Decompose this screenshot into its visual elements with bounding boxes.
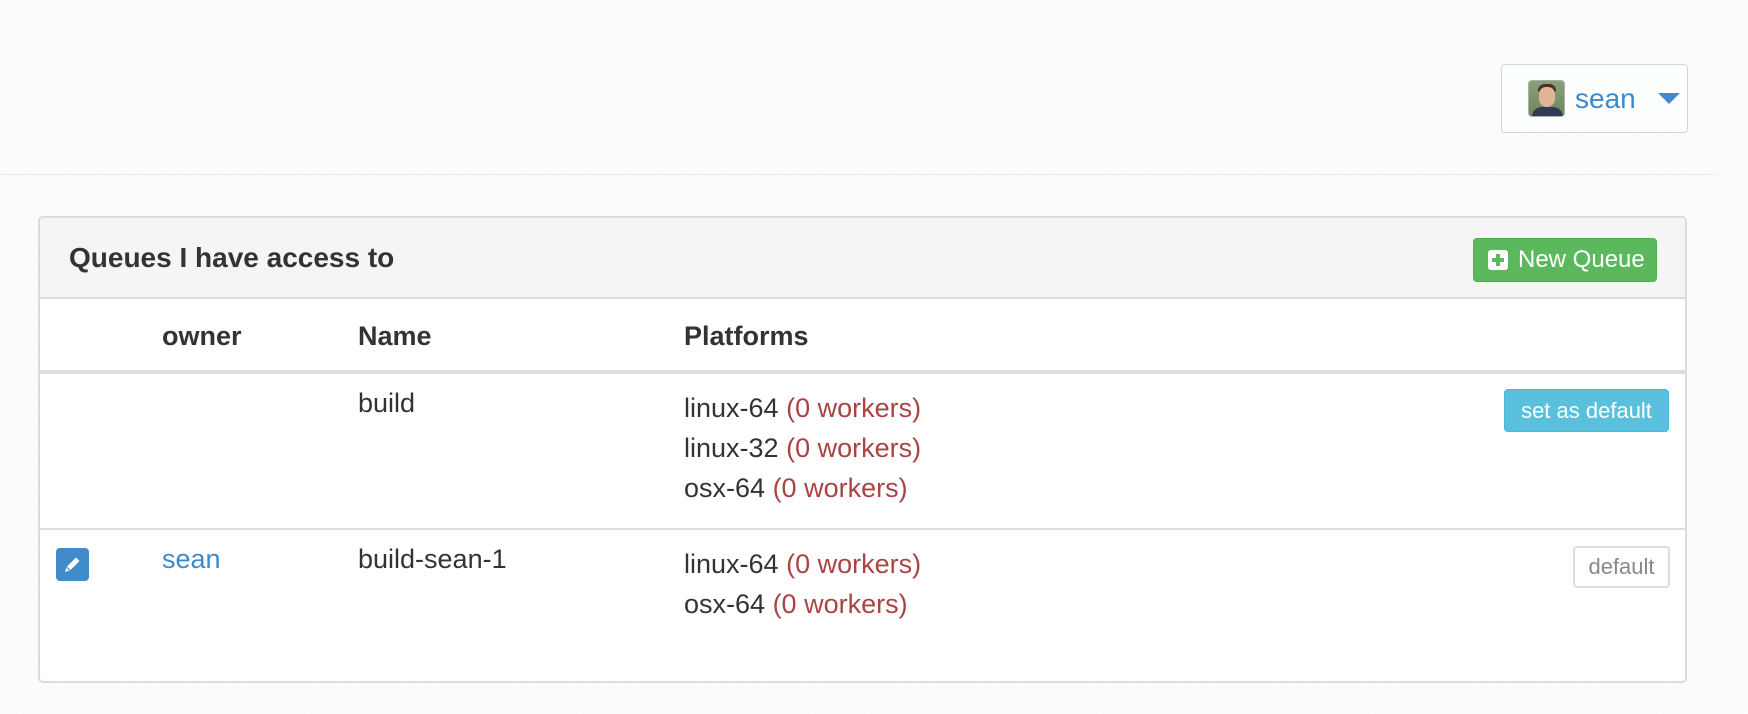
header-owner: owner: [162, 321, 242, 351]
worker-count: (0 workers): [786, 433, 922, 463]
platform-item: linux-32 (0 workers): [684, 433, 922, 463]
table-row: build linux-64 (0 workers) linux-32 (0 w…: [40, 374, 1685, 530]
default-badge: default: [1573, 546, 1670, 588]
queue-name: build: [358, 388, 416, 418]
worker-count: (0 workers): [786, 549, 922, 579]
queues-panel: Queues I have access to New Queue owner …: [38, 216, 1687, 683]
platform-item: linux-64 (0 workers): [684, 549, 922, 579]
top-bar: sean: [0, 0, 1717, 175]
platform-item: osx-64 (0 workers): [684, 589, 908, 619]
new-queue-button[interactable]: New Queue: [1473, 238, 1657, 282]
owner-link[interactable]: sean: [162, 544, 221, 575]
worker-count: (0 workers): [772, 473, 908, 503]
platforms-list: linux-64 (0 workers) osx-64 (0 workers): [684, 544, 921, 624]
platforms-list: linux-64 (0 workers) linux-32 (0 workers…: [684, 388, 921, 508]
plus-square-icon: [1488, 250, 1508, 270]
table-header: owner Name Platforms: [40, 299, 1685, 374]
panel-title: Queues I have access to: [69, 242, 395, 273]
queue-name: build-sean-1: [358, 544, 507, 574]
header-platforms: Platforms: [684, 321, 809, 351]
set-as-default-button[interactable]: set as default: [1504, 389, 1669, 432]
worker-count: (0 workers): [772, 589, 908, 619]
platform-item: linux-64 (0 workers): [684, 393, 922, 423]
user-menu-username: sean: [1575, 82, 1636, 114]
worker-count: (0 workers): [786, 393, 922, 423]
user-avatar: [1528, 80, 1565, 117]
platform-item: osx-64 (0 workers): [684, 473, 908, 503]
panel-heading: Queues I have access to New Queue: [40, 218, 1685, 299]
pencil-icon[interactable]: [56, 548, 89, 581]
header-name: Name: [358, 321, 432, 351]
user-menu-button[interactable]: sean: [1501, 64, 1688, 133]
chevron-down-icon: [1657, 93, 1680, 104]
table-row: sean build-sean-1 linux-64 (0 workers) o…: [40, 530, 1685, 680]
new-queue-label: New Queue: [1518, 246, 1645, 273]
